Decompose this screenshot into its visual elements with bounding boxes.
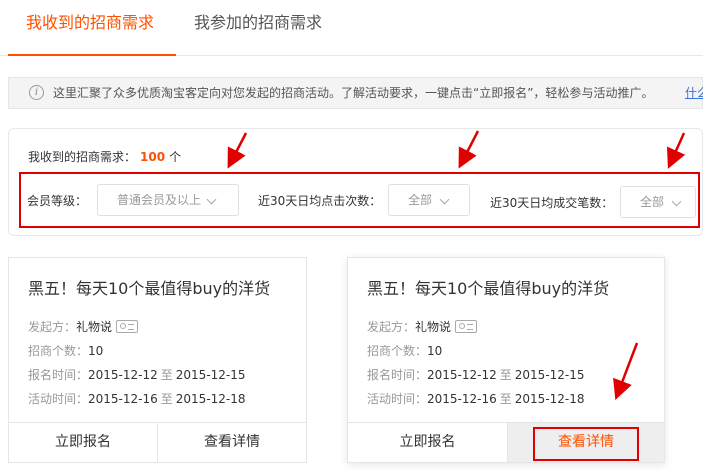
signup-end: 2015-12-15 — [175, 368, 246, 382]
activity-label: 活动时间： — [28, 392, 89, 406]
range-sep: 至 — [499, 368, 512, 382]
count-unit: 个 — [169, 150, 182, 164]
card-initiator: 发起方：礼物说 — [28, 319, 139, 335]
received-count: 我收到的招商需求： 100 个 — [28, 149, 181, 165]
chevron-down-icon — [671, 196, 682, 207]
person-card-icon[interactable] — [116, 320, 139, 333]
member-level-value: 普通会员及以上 — [117, 193, 202, 207]
filter-highlight-box: 会员等级： 普通会员及以上 近30天日均点击次数： 全部 近30天日均成交笔数：… — [19, 172, 700, 228]
tab-received[interactable]: 我收到的招商需求 — [26, 12, 154, 34]
detail-button[interactable]: 查看详情 — [158, 423, 306, 462]
notice-bar: i 这里汇聚了众多优质淘宝客定向对您发起的招商活动。了解活动要求，一键点击“立即… — [8, 77, 703, 109]
tab-joined[interactable]: 我参加的招商需求 — [194, 12, 322, 34]
signup-button[interactable]: 立即报名 — [9, 423, 158, 462]
range-sep: 至 — [160, 392, 173, 406]
initiator-label: 发起方： — [28, 320, 77, 334]
chevron-down-icon — [206, 194, 217, 205]
campaign-card: 黑五！每天10个最值得buy的洋货 发起方：礼物说 招商个数：10 报名时间：2… — [8, 257, 307, 463]
detail-highlight-box — [533, 427, 639, 461]
count-label: 我收到的招商需求： — [28, 150, 137, 164]
card-signup-time: 报名时间：2015-12-12 至 2015-12-15 — [28, 367, 246, 383]
range-sep: 至 — [160, 368, 173, 382]
info-icon: i — [29, 85, 44, 100]
signup-start: 2015-12-12 — [427, 368, 497, 382]
campaign-card: 黑五！每天10个最值得buy的洋货 发起方：礼物说 招商个数：10 报名时间：2… — [347, 257, 665, 463]
range-sep: 至 — [499, 392, 512, 406]
clicks-select[interactable]: 全部 — [388, 184, 470, 216]
quota-value: 10 — [88, 344, 104, 358]
activity-start: 2015-12-16 — [427, 392, 497, 406]
quota-label: 招商个数： — [28, 344, 89, 358]
signup-start: 2015-12-12 — [88, 368, 158, 382]
activity-label: 活动时间： — [367, 392, 428, 406]
quota-label: 招商个数： — [367, 344, 428, 358]
count-value: 100 — [140, 150, 166, 164]
notice-link[interactable]: 什么 — [685, 85, 703, 101]
signup-label: 报名时间： — [367, 368, 428, 382]
card-title: 黑五！每天10个最值得buy的洋货 — [367, 279, 610, 298]
activity-start: 2015-12-16 — [88, 392, 158, 406]
card-title: 黑五！每天10个最值得buy的洋货 — [28, 279, 271, 298]
card-signup-time: 报名时间：2015-12-12 至 2015-12-15 — [367, 367, 585, 383]
quota-value: 10 — [427, 344, 443, 358]
deals-value: 全部 — [640, 195, 665, 209]
deals-select[interactable]: 全部 — [620, 186, 696, 218]
card-quota: 招商个数：10 — [28, 343, 103, 359]
card-quota: 招商个数：10 — [367, 343, 442, 359]
active-tab-underline — [8, 54, 176, 56]
tab-bar: 我收到的招商需求 我参加的招商需求 — [0, 0, 703, 56]
card-activity-time: 活动时间：2015-12-16 至 2015-12-18 — [367, 391, 585, 407]
clicks-label: 近30天日均点击次数： — [258, 194, 382, 208]
signup-label: 报名时间： — [28, 368, 89, 382]
activity-end: 2015-12-18 — [175, 392, 246, 406]
deals-label: 近30天日均成交笔数： — [490, 196, 614, 210]
initiator-value: 礼物说 — [415, 320, 452, 334]
member-level-select[interactable]: 普通会员及以上 — [97, 184, 239, 216]
person-card-icon[interactable] — [455, 320, 478, 333]
initiator-value: 礼物说 — [76, 320, 113, 334]
signup-end: 2015-12-15 — [514, 368, 585, 382]
activity-end: 2015-12-18 — [514, 392, 585, 406]
notice-text: 这里汇聚了众多优质淘宝客定向对您发起的招商活动。了解活动要求，一键点击“立即报名… — [53, 86, 654, 100]
signup-button[interactable]: 立即报名 — [348, 423, 508, 462]
card-actions: 立即报名 查看详情 — [9, 422, 306, 462]
card-initiator: 发起方：礼物说 — [367, 319, 478, 335]
clicks-value: 全部 — [408, 193, 433, 207]
initiator-label: 发起方： — [367, 320, 416, 334]
chevron-down-icon — [439, 194, 450, 205]
member-level-label: 会员等级： — [27, 194, 88, 208]
card-activity-time: 活动时间：2015-12-16 至 2015-12-18 — [28, 391, 246, 407]
